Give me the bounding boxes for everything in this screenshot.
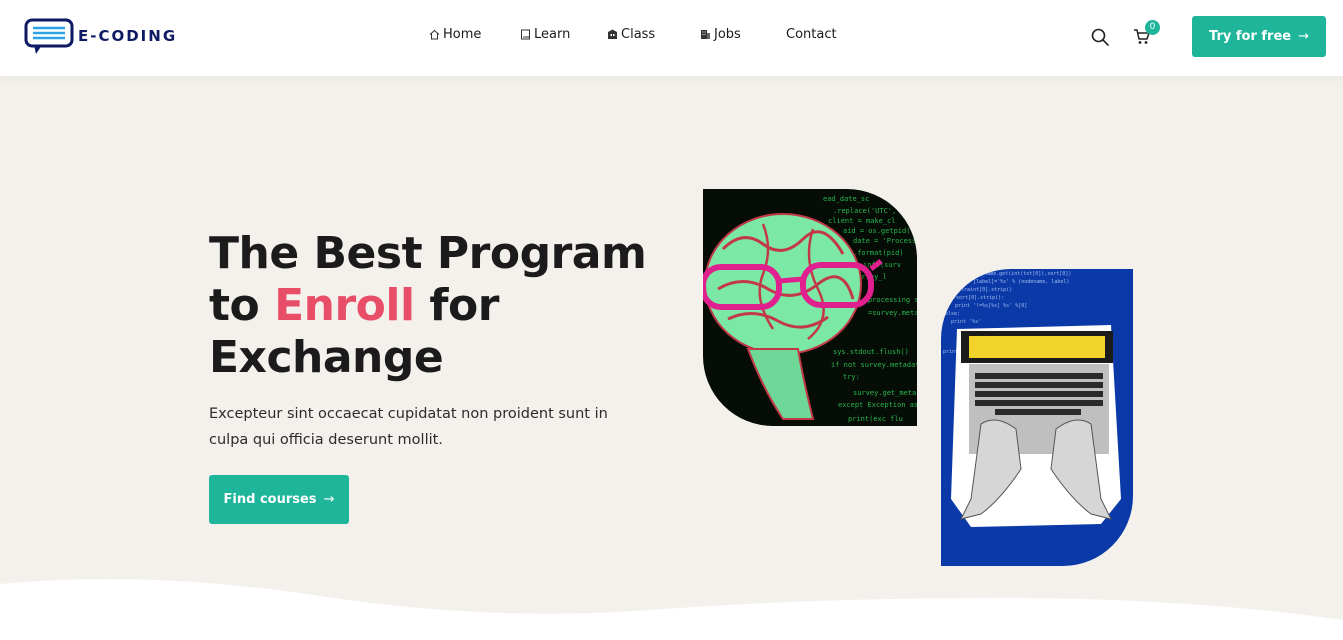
- svg-text:constraint[0].strip(): constraint[0].strip(): [949, 287, 1012, 293]
- hero-title-for: for: [429, 280, 499, 331]
- briefcase-icon: [700, 29, 711, 40]
- nav-label: Learn: [534, 27, 571, 42]
- svg-text:aid = os.getpid(): aid = os.getpid(): [843, 227, 915, 235]
- chat-bubble-logo-icon: [24, 18, 76, 54]
- nav-item-home[interactable]: Home: [429, 27, 481, 42]
- nav-label: Class: [621, 27, 656, 42]
- hero-title: The Best Program to Enroll for Exchange: [209, 228, 649, 384]
- svg-text:except Exception as: except Exception as: [838, 401, 917, 409]
- svg-text:fmt [label]='%s' % (nodename,: fmt [label]='%s' % (nodename, label): [961, 279, 1069, 285]
- laptop-hands-image: arg[0] sym_name.get(int(txt[0]),sort[0])…: [941, 269, 1133, 566]
- svg-text:survey.get_meta: survey.get_meta: [853, 389, 916, 397]
- svg-text:sys.stdout.flush(): sys.stdout.flush(): [833, 348, 909, 356]
- svg-text:print(exc flu: print(exc flu: [848, 415, 903, 423]
- arrow-right-icon: →: [323, 492, 335, 507]
- brain-code-image: ead_date_sc .replace('UTC', client = mak…: [703, 189, 917, 426]
- site-header: E-CODING Home Learn Class Jobs Contact 0…: [0, 0, 1343, 76]
- hero-title-to: to: [209, 280, 260, 331]
- svg-text:client = make_cl: client = make_cl: [828, 217, 895, 225]
- nav-label: Home: [443, 27, 482, 42]
- nav-item-contact[interactable]: Contact: [786, 27, 837, 42]
- svg-text:.replace('UTC',: .replace('UTC',: [833, 207, 896, 215]
- find-courses-label: Find courses: [223, 492, 317, 507]
- hero-bottom-wave: [0, 579, 1343, 640]
- svg-text:else:: else:: [945, 311, 960, 317]
- nav-label: Jobs: [714, 27, 741, 42]
- home-icon: [429, 29, 440, 40]
- svg-text:if sort[0].strip():: if sort[0].strip():: [947, 295, 1004, 301]
- find-courses-button[interactable]: Find courses →: [209, 475, 349, 524]
- svg-text:print '%s': print '%s': [951, 319, 981, 325]
- svg-text:date = 'Process ID: date = 'Process ID: [853, 237, 917, 245]
- try-for-free-label: Try for free: [1209, 29, 1292, 44]
- logo[interactable]: E-CODING: [24, 18, 177, 54]
- svg-text:try:: try:: [843, 373, 860, 381]
- nav-label: Contact: [786, 27, 837, 42]
- hero-subtitle: Excepteur sint occaecat cupidatat non pr…: [209, 406, 608, 448]
- hero-section: The Best Program to Enroll for Exchange …: [0, 76, 1343, 640]
- school-icon: [607, 29, 618, 40]
- svg-text:=survey.meta: =survey.meta: [868, 309, 917, 317]
- try-for-free-button[interactable]: Try for free →: [1192, 16, 1326, 57]
- svg-text:processing sur: processing sur: [868, 296, 917, 304]
- svg-text:.format(pid): .format(pid): [853, 249, 904, 257]
- hero-title-accent: Enroll: [274, 280, 415, 331]
- search-icon[interactable]: [1090, 27, 1110, 47]
- hero-title-line3: Exchange: [209, 332, 444, 383]
- svg-text:if not survey.metadat: if not survey.metadat: [831, 361, 917, 369]
- svg-text:info(surv: info(surv: [863, 261, 901, 269]
- arrow-right-icon: →: [1298, 29, 1309, 44]
- nav-item-class[interactable]: Class: [607, 27, 655, 42]
- svg-text:print '!=%s[%s] %s' %[0]: print '!=%s[%s] %s' %[0]: [955, 303, 1027, 309]
- nav-item-jobs[interactable]: Jobs: [700, 27, 741, 42]
- brand-name: E-CODING: [78, 27, 178, 45]
- svg-text:arg[0] sym_name.get(int(txt[0]: arg[0] sym_name.get(int(txt[0]),sort[0]): [951, 271, 1071, 277]
- cart-count-badge: 0: [1145, 20, 1160, 35]
- svg-text:ead_date_sc: ead_date_sc: [823, 195, 869, 203]
- book-icon: [520, 29, 531, 40]
- hero-title-line1: The Best Program: [209, 228, 647, 279]
- nav-item-learn[interactable]: Learn: [520, 27, 570, 42]
